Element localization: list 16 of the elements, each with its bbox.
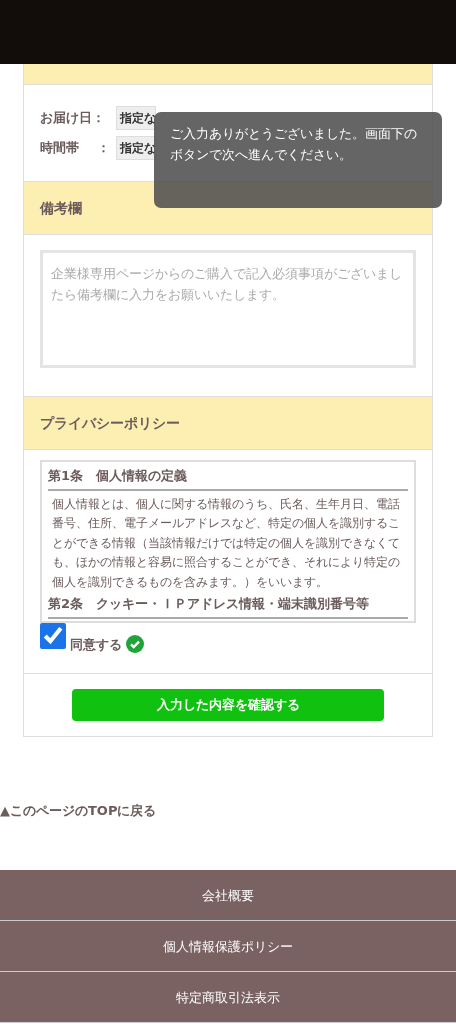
policy-text: 個人情報とは、個人に関する情報のうち、氏名、生年月日、電話番号、住所、電子メールアドレスなど、特定の個人を識別することができる情報（当該情報だけでは特定の個人を識別できなくても、ほかの情報と容易に照合することができ、それにより特定の個人を識別できるものを含みます。）をいいます。: [51, 495, 401, 591]
agree-label: 同意する: [70, 636, 122, 654]
footer-link[interactable]: 会社概要: [0, 870, 456, 921]
policy-scroll-box[interactable]: 第1条 個人情報の定義 個人情報とは、個人に関する情報のうち、氏名、生年月日、電話番号、住所、電子メールアドレスなど、特定の個人を識別することができる情報（当該情報だけでは特定の個人を識別できなくても、ほかの情報と容易に照合することができ、それにより特定の個人を識別できるものを含みます。）をいいます。 第2条 クッキー・ＩＰアドレス情報・端末識別番号等: [40, 460, 416, 623]
footer-link[interactable]: 特定商取引法表示: [0, 972, 456, 1023]
field-label: お届け日：: [40, 109, 106, 128]
field-label: 時間帯 ：: [40, 139, 111, 158]
footer-link[interactable]: 個人情報保護ポリシー: [0, 921, 456, 972]
agree-checkbox[interactable]: [40, 623, 66, 649]
delivery-select[interactable]: 指定な: [116, 106, 156, 130]
section-header: プライバシーポリシー: [24, 397, 432, 450]
back-to-top-link[interactable]: ▲このページのTOPに戻る: [0, 800, 456, 820]
policy-heading: 第2条 クッキー・ＩＰアドレス情報・端末識別番号等: [48, 594, 408, 619]
policy-heading: 第1条 個人情報の定義: [48, 466, 408, 491]
message-toast: ご入力ありがとうございました。画面下のボタンで次へ進んでください。: [154, 112, 442, 208]
remarks-field[interactable]: 企業様専用ページからのご購入で記入必須事項がございましたら備考欄に入力をお願いいたします。: [40, 250, 416, 368]
